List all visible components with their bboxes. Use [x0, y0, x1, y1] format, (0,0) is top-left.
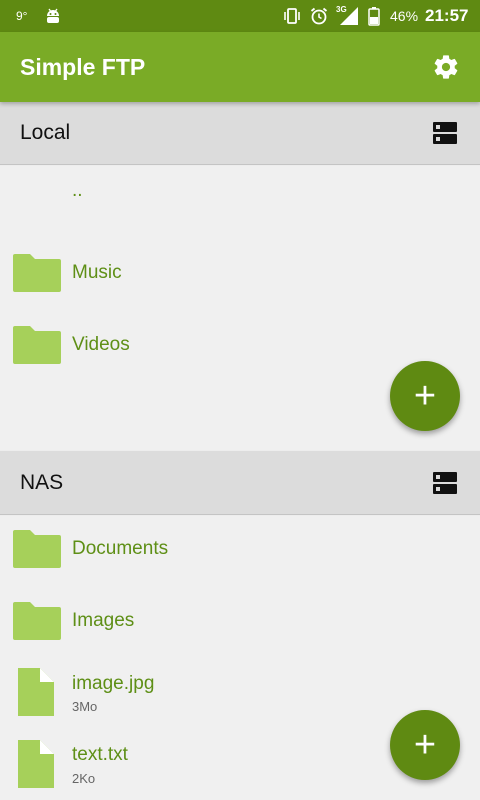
local-file-list: .. Music Videos + — [0, 166, 480, 450]
gear-icon — [434, 55, 458, 79]
folder-name: Music — [72, 262, 122, 283]
list-item-parent[interactable]: .. — [0, 166, 480, 226]
battery-level: 46% — [390, 8, 419, 24]
local-section-header: Local — [0, 101, 480, 165]
app-title: Simple FTP — [20, 54, 146, 80]
alarm-icon — [309, 0, 329, 32]
app-bar: Simple FTP — [0, 32, 480, 102]
folder-icon — [11, 324, 63, 371]
signal-3g-icon: 3G — [336, 0, 360, 32]
folder-icon — [11, 252, 63, 299]
local-add-button[interactable]: + — [390, 361, 460, 431]
folder-name: Videos — [72, 334, 130, 355]
nas-add-button[interactable]: + — [390, 710, 460, 780]
temperature-indicator: 9° — [16, 0, 27, 32]
folder-icon — [11, 600, 63, 647]
nas-title: NAS — [20, 471, 64, 494]
file-name: text.txt — [72, 744, 128, 765]
parent-directory-label: .. — [72, 180, 83, 201]
plus-icon: + — [413, 375, 437, 417]
file-name: image.jpg — [72, 673, 155, 694]
file-size: 3Mo — [72, 699, 98, 714]
nas-server-button[interactable] — [432, 470, 458, 496]
folder-name: Images — [72, 610, 135, 631]
folder-icon — [11, 528, 63, 575]
clock: 21:57 — [425, 6, 469, 25]
battery-icon — [368, 0, 380, 32]
local-server-button[interactable] — [432, 120, 458, 146]
local-title: Local — [20, 121, 71, 144]
vibrate-icon — [282, 0, 302, 32]
status-bar: 9° 3G 46% 21:57 — [0, 0, 480, 32]
file-size: 2Ko — [72, 771, 96, 786]
list-item-music[interactable]: Music — [0, 244, 480, 302]
network-type-text: 3G — [336, 5, 347, 14]
list-item-documents[interactable]: Documents — [0, 520, 480, 578]
nas-file-list: Documents Images image.jpg 3Mo text.txt … — [0, 516, 480, 800]
temperature-text: 9° — [16, 9, 28, 23]
settings-button[interactable] — [428, 49, 464, 85]
nas-section-header: NAS — [0, 451, 480, 515]
android-debug-icon — [44, 0, 62, 32]
file-icon — [16, 666, 56, 723]
folder-name: Documents — [72, 538, 169, 559]
file-icon — [16, 738, 56, 795]
server-icon — [433, 122, 457, 144]
server-icon — [433, 472, 457, 494]
plus-icon: + — [413, 724, 437, 766]
list-item-images[interactable]: Images — [0, 592, 480, 650]
